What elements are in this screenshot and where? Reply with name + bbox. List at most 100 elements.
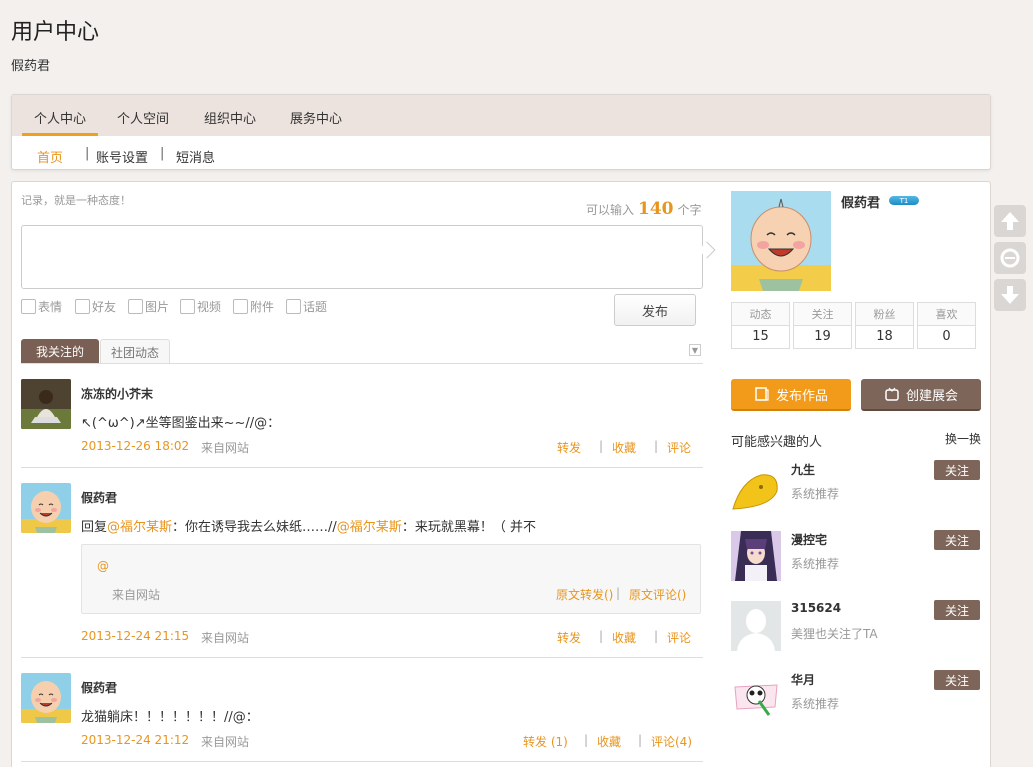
emoji-tool[interactable]: 表情 (21, 298, 62, 315)
stat-fans[interactable]: 粉丝 18 (855, 302, 914, 349)
recommend-title: 可能感兴趣的人 (731, 435, 823, 450)
subnav-home[interactable]: 首页 (37, 147, 63, 166)
mention-link[interactable]: @福尔某斯 (337, 520, 402, 535)
tool-label: 附件 (250, 300, 275, 314)
subnav-messages[interactable]: 短消息 (176, 147, 215, 166)
publish-button[interactable]: 发布 (614, 294, 696, 326)
tab-expo-center[interactable]: 展务中心 (290, 108, 342, 136)
quote-comment-link[interactable]: 原文评论() (629, 586, 686, 603)
quote-repost-link[interactable]: 原文转发() (556, 586, 613, 603)
tab-personal-space[interactable]: 个人空间 (117, 108, 169, 136)
subnav-separator: | (160, 146, 165, 161)
feed-author[interactable]: 假药君 (81, 679, 117, 696)
recommend-name[interactable]: 315624 (791, 601, 841, 615)
feed-time[interactable]: 2013-12-26 18:02 (81, 439, 189, 453)
action-separator: | (654, 439, 659, 453)
stat-value: 15 (752, 329, 769, 344)
tab-club-feed[interactable]: 社团动态 (100, 339, 170, 364)
feed-author[interactable]: 假药君 (81, 489, 117, 506)
topic-tool[interactable]: 话题 (286, 298, 327, 315)
feed-text: ↖(^ω^)↗坐等图鉴出来~~//@： (81, 416, 281, 431)
comment-link[interactable]: 评论 (667, 439, 691, 456)
stat-label: 粉丝 (856, 303, 913, 326)
tab-personal-center[interactable]: 个人中心 (22, 108, 98, 136)
username-label: 假药君 (11, 59, 51, 74)
recommend-name[interactable]: 漫控宅 (791, 531, 827, 548)
stat-label: 喜欢 (918, 303, 975, 326)
book-icon (755, 387, 769, 401)
counter-prefix: 可以输入 (586, 203, 635, 217)
avatar[interactable] (21, 379, 71, 429)
action-separator: | (599, 629, 604, 643)
repost-link[interactable]: 转发 (557, 439, 581, 456)
nav-panel: 个人中心 个人空间 组织中心 展务中心 首页 | 账号设置 | 短消息 (11, 94, 991, 170)
subnav-account-settings[interactable]: 账号设置 (96, 147, 148, 166)
avatar[interactable] (731, 671, 781, 721)
tab-following[interactable]: 我关注的 (21, 339, 99, 364)
follow-button[interactable]: 关注 (934, 460, 980, 480)
create-expo-label: 创建展会 (905, 388, 958, 404)
avatar[interactable] (731, 601, 781, 651)
recommend-name[interactable]: 华月 (791, 671, 815, 688)
hashtag-icon (286, 299, 301, 314)
create-expo-button[interactable]: 创建展会 (861, 379, 981, 411)
stat-value: 18 (876, 329, 893, 344)
recommend-name[interactable]: 九生 (791, 461, 815, 478)
nav-tabs-bar: 个人中心 个人空间 组织中心 展务中心 (12, 95, 990, 136)
tool-label: 表情 (38, 300, 63, 314)
swap-link[interactable]: 换一换 (945, 430, 981, 447)
repost-link[interactable]: 转发 (557, 629, 581, 646)
comment-link[interactable]: 评论(4) (651, 733, 692, 750)
feed-time[interactable]: 2013-12-24 21:15 (81, 629, 189, 643)
video-icon (180, 299, 195, 314)
stat-following[interactable]: 关注 19 (793, 302, 852, 349)
profile-avatar[interactable] (731, 191, 831, 291)
reply-body: ：来玩就黑幕！（ 并不 (401, 520, 536, 535)
stat-likes[interactable]: 喜欢 0 (917, 302, 976, 349)
post-textarea[interactable] (21, 225, 703, 289)
action-separator: | (654, 629, 659, 643)
refresh-icon (1000, 248, 1020, 268)
profile-name[interactable]: 假药君 (841, 192, 880, 211)
quoted-post (81, 544, 701, 614)
tool-label: 图片 (145, 300, 170, 314)
stat-label: 关注 (794, 303, 851, 326)
avatar[interactable] (21, 483, 71, 533)
tab-org-center[interactable]: 组织中心 (204, 108, 256, 136)
follow-button[interactable]: 关注 (934, 670, 980, 690)
comment-link[interactable]: 评论 (667, 629, 691, 646)
avatar[interactable] (731, 531, 781, 581)
stat-value: 19 (814, 329, 831, 344)
scroll-bottom-button[interactable] (994, 279, 1026, 311)
follow-button[interactable]: 关注 (934, 600, 980, 620)
action-separator: | (599, 439, 604, 453)
feed-divider (21, 363, 703, 364)
feed-author[interactable]: 冻冻的小芥末 (81, 385, 153, 402)
video-tool[interactable]: 视频 (180, 298, 221, 315)
mention-link[interactable]: @福尔某斯 (107, 520, 172, 535)
feed-dropdown-icon[interactable]: ▼ (689, 344, 701, 356)
quote-source: 来自网站 (112, 588, 161, 602)
avatar[interactable] (21, 673, 71, 723)
action-separator: | (616, 586, 621, 600)
scroll-top-button[interactable] (994, 205, 1026, 237)
follow-button[interactable]: 关注 (934, 530, 980, 550)
stat-posts[interactable]: 动态 15 (731, 302, 790, 349)
recommend-desc: 系统推荐 (791, 697, 840, 711)
favorite-link[interactable]: 收藏 (612, 629, 636, 646)
publish-work-button[interactable]: 发布作品 (731, 379, 851, 411)
refresh-button[interactable] (994, 242, 1026, 274)
attachment-icon (233, 299, 248, 314)
favorite-link[interactable]: 收藏 (597, 733, 621, 750)
feed-time[interactable]: 2013-12-24 21:12 (81, 733, 189, 747)
favorite-link[interactable]: 收藏 (612, 439, 636, 456)
attachment-tool[interactable]: 附件 (233, 298, 274, 315)
avatar[interactable] (731, 461, 781, 511)
recommend-desc: 系统推荐 (791, 557, 840, 571)
quote-author[interactable]: @ (97, 559, 109, 573)
feed-divider (21, 657, 703, 658)
friend-tool[interactable]: 好友 (75, 298, 116, 315)
feed-divider (21, 761, 703, 762)
repost-link[interactable]: 转发 (1) (523, 733, 568, 750)
image-tool[interactable]: 图片 (128, 298, 169, 315)
